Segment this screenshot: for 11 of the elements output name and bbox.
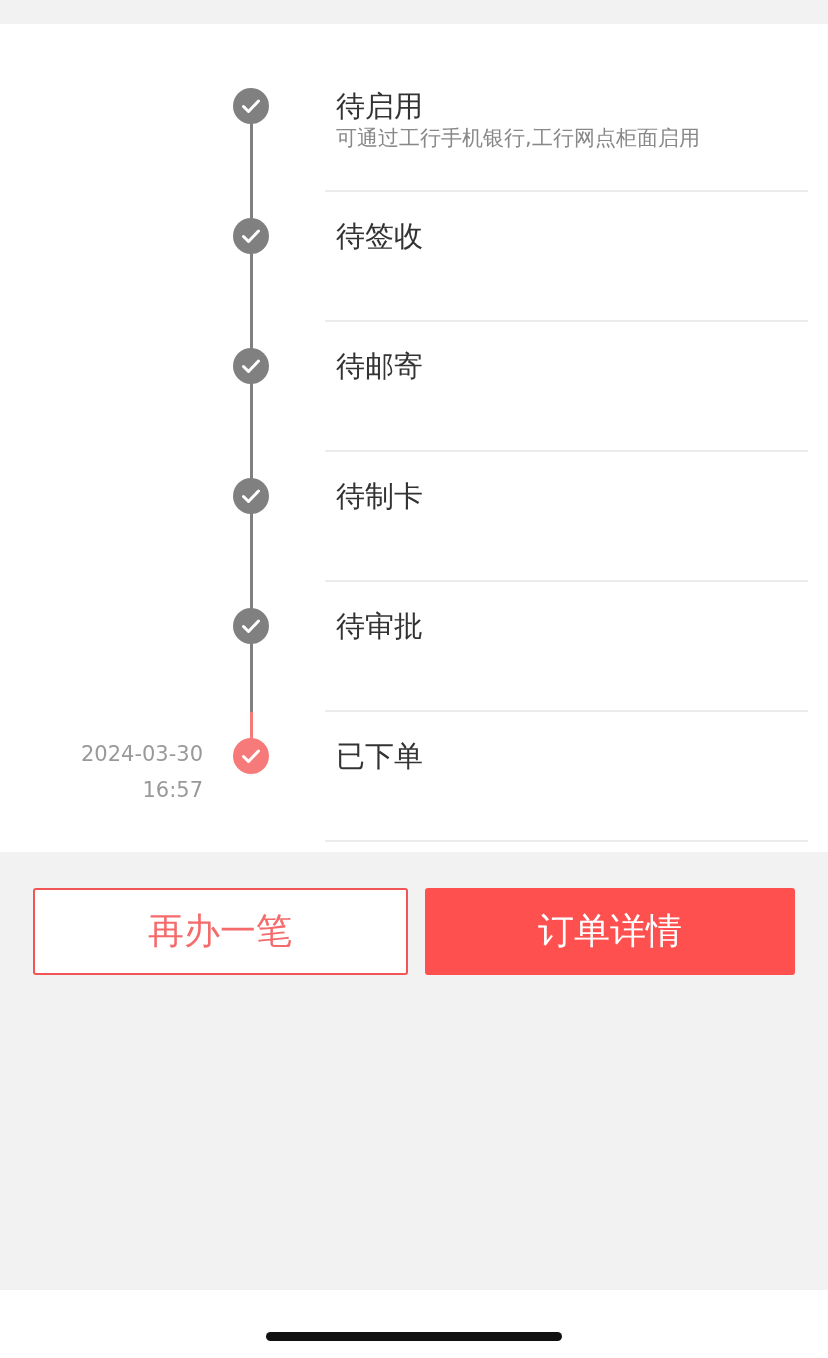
step-title: 待签收 bbox=[336, 218, 423, 254]
action-button[interactable]: 订单详情 bbox=[424, 888, 795, 975]
step-title: 待启用 bbox=[336, 88, 423, 124]
step-description: 可通过工行手机银行,工行网点柜面启用 bbox=[336, 125, 700, 152]
step-title: 待邮寄 bbox=[336, 348, 423, 384]
step-title: 已下单 bbox=[336, 738, 423, 774]
step-time: 16:57 bbox=[142, 777, 203, 804]
action-button[interactable]: 再办一笔 bbox=[33, 888, 408, 975]
step-date: 2024-03-30 bbox=[80, 741, 203, 768]
step-title: 待制卡 bbox=[336, 478, 423, 514]
step-title: 待审批 bbox=[336, 608, 423, 644]
